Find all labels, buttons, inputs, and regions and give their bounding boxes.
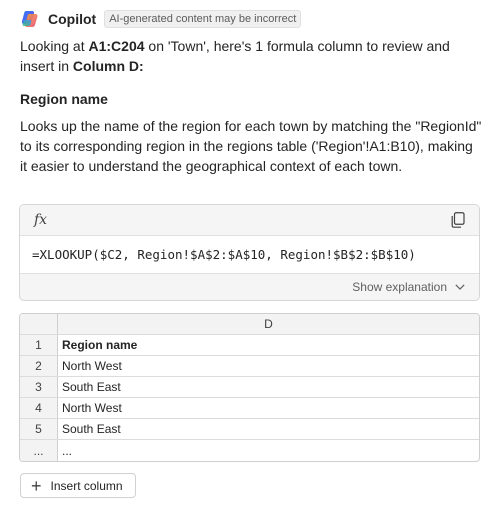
table-row: ... ... (20, 440, 479, 461)
app-title: Copilot (48, 11, 97, 27)
row-number: 2 (20, 356, 58, 376)
insert-column-label: Insert column (50, 478, 123, 493)
plus-icon: + (31, 475, 42, 496)
section-title: Region name (20, 91, 108, 107)
formula-body: =XLOOKUP($C2, Region!$A$2:$A$10, Region!… (20, 236, 479, 274)
grid-cell: North West (62, 359, 122, 373)
preview-grid: D 1 Region name 2 North West 3 South Eas… (19, 313, 480, 462)
ai-disclaimer-badge: AI-generated content may be incorrect (104, 10, 302, 28)
column-header-d: D (58, 314, 479, 334)
table-row: 1 Region name (20, 335, 479, 356)
chevron-down-icon (455, 284, 465, 290)
copy-icon[interactable] (451, 212, 465, 228)
insert-column-button[interactable]: + Insert column (20, 473, 136, 498)
grid-cell: Region name (62, 338, 138, 352)
copilot-logo-icon (21, 11, 38, 27)
show-explanation-button[interactable]: Show explanation (20, 274, 479, 300)
grid-corner (20, 314, 58, 334)
grid-cell: ... (62, 443, 73, 458)
intro-range: A1:C204 (88, 38, 145, 54)
intro-part-1: Looking at (20, 38, 89, 54)
table-row: 4 North West (20, 398, 479, 419)
grid-cell: South East (62, 380, 121, 394)
table-row: 2 North West (20, 356, 479, 377)
grid-header-row: D (20, 314, 479, 335)
row-number: ... (20, 440, 58, 461)
intro-text: Looking at A1:C204 on 'Town', here's 1 f… (20, 36, 480, 76)
grid-cell: South East (62, 422, 121, 436)
fx-icon: fx (34, 212, 48, 228)
row-number: 4 (20, 398, 58, 418)
row-number: 3 (20, 377, 58, 397)
intro-column: Column D: (72, 58, 144, 74)
section-description: Looks up the name of the region for each… (20, 118, 482, 174)
grid-cell: North West (62, 401, 122, 415)
table-row: 3 South East (20, 377, 479, 398)
row-number: 5 (20, 419, 58, 439)
row-number: 1 (20, 335, 58, 355)
show-explanation-label: Show explanation (352, 280, 447, 294)
formula-card: fx =XLOOKUP($C2, Region!$A$2:$A$10, Regi… (19, 204, 480, 301)
formula-text: =XLOOKUP($C2, Region!$A$2:$A$10, Region!… (32, 247, 416, 262)
table-row: 5 South East (20, 419, 479, 440)
formula-card-header: fx (20, 205, 479, 236)
copilot-header: Copilot AI-generated content may be inco… (20, 9, 302, 29)
